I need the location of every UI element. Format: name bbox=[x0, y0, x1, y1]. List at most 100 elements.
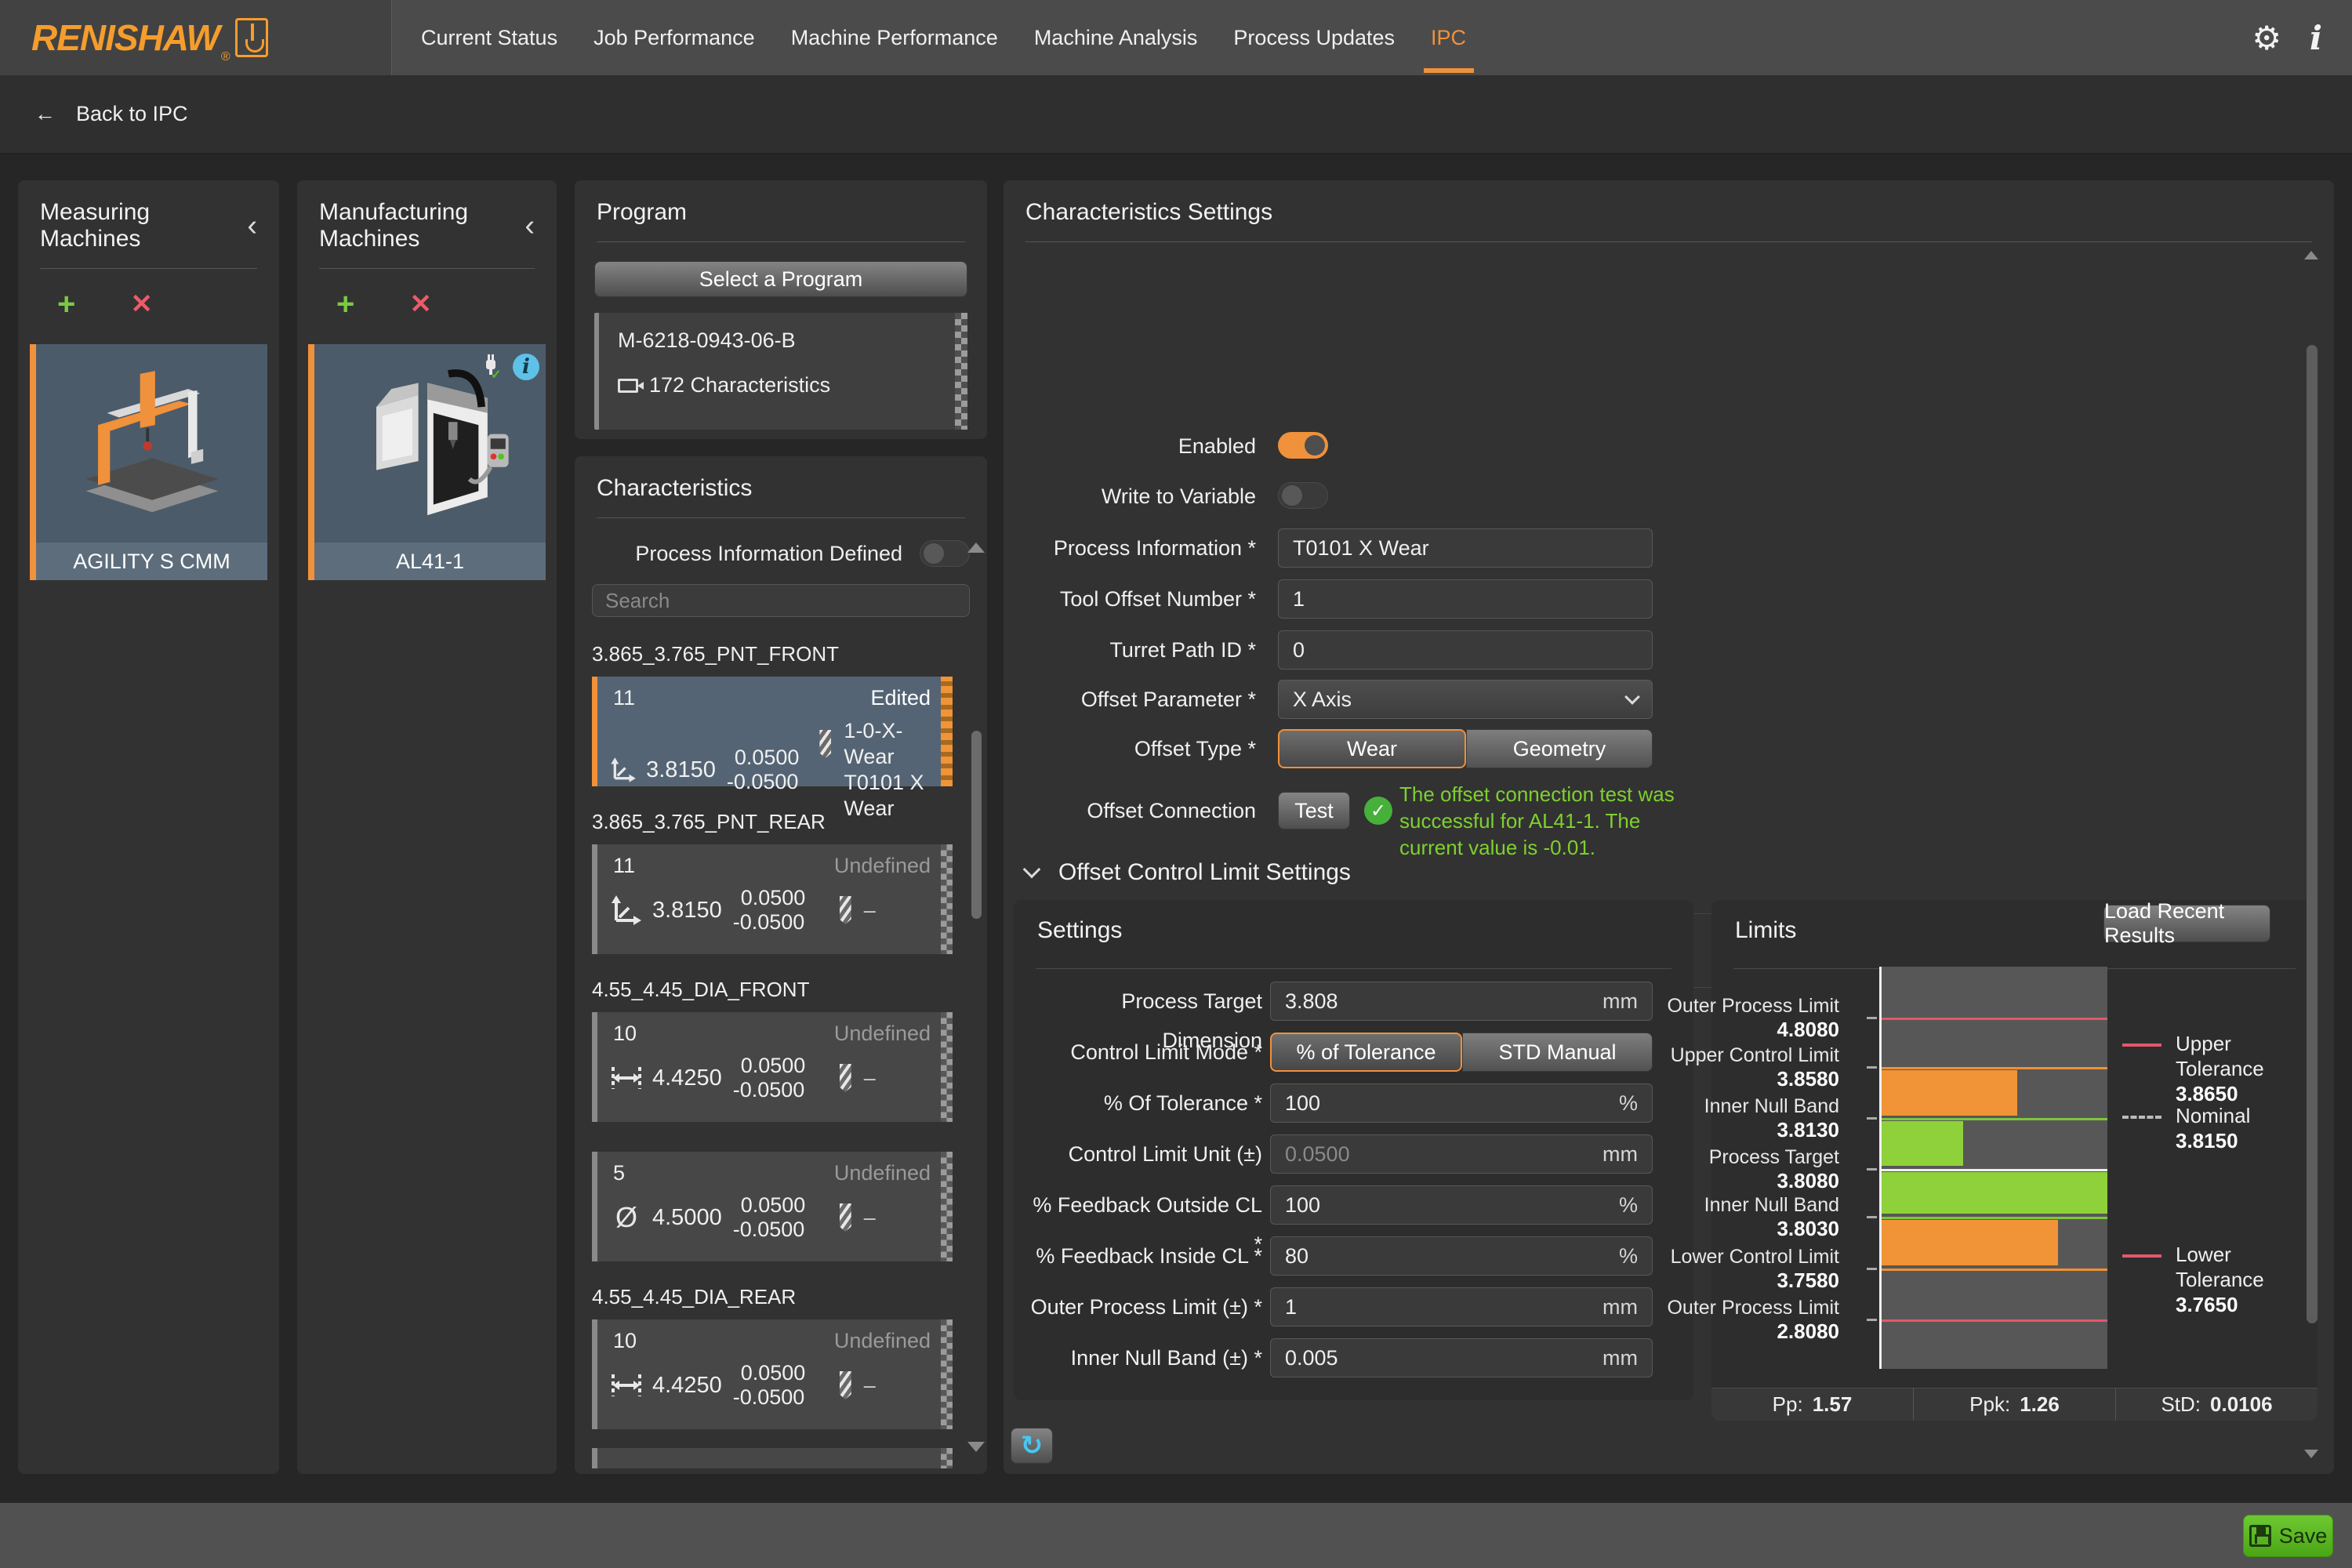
upper-tolerance: 0.0500 bbox=[733, 1361, 806, 1385]
scroll-up-icon[interactable] bbox=[967, 543, 985, 553]
field-input[interactable]: 0.005mm bbox=[1270, 1338, 1653, 1377]
tool-name: – bbox=[864, 1065, 876, 1091]
tab-current-status[interactable]: Current Status bbox=[421, 26, 557, 50]
legend-item: Lower Tolerance3.7650 bbox=[2122, 1242, 2318, 1317]
tool-name: – bbox=[864, 1205, 876, 1231]
machine-name: AL41-1 bbox=[308, 543, 546, 580]
characteristic-card[interactable]: 10Undefined4.42500.0500-0.0500– bbox=[592, 1012, 953, 1122]
width-dimension-icon bbox=[608, 1370, 644, 1401]
tool-name: – bbox=[864, 1373, 876, 1399]
machine-card-al41[interactable]: ✓ i AL41-1 bbox=[308, 344, 546, 580]
axis-tick bbox=[1867, 1017, 1877, 1019]
legend-line-sample bbox=[2122, 1254, 2161, 1258]
machine-card-agility[interactable]: AGILITY S CMM bbox=[30, 344, 267, 580]
limit-value: 2.8080 bbox=[1581, 1319, 1839, 1343]
limits-chart bbox=[1879, 967, 2107, 1369]
characteristic-status: Undefined bbox=[834, 1329, 931, 1353]
remove-machine-button[interactable]: ✕ bbox=[130, 292, 153, 316]
axis-tick bbox=[1867, 1319, 1877, 1321]
offset-type-label: Offset Type * bbox=[1011, 729, 1256, 768]
tool-name: 1-0-X-Wear bbox=[844, 718, 953, 770]
characteristics-scrollbar[interactable] bbox=[971, 543, 982, 1452]
scroll-down-icon[interactable] bbox=[967, 1442, 985, 1452]
nominal-value: 3.8150 bbox=[646, 757, 716, 783]
nav-tabs: Current Status Job Performance Machine P… bbox=[421, 0, 1466, 75]
offset-parameter-label: Offset Parameter * bbox=[1011, 680, 1256, 719]
chart-limit-line bbox=[1882, 1118, 2107, 1120]
legend-value: 3.8150 bbox=[2176, 1128, 2250, 1153]
collapse-panel-icon[interactable]: ‹ bbox=[247, 218, 257, 234]
back-bar[interactable]: ← Back to IPC bbox=[0, 75, 2352, 154]
offset-parameter-select[interactable]: X Axis bbox=[1278, 680, 1653, 719]
program-name: M-6218-0943-06-B bbox=[599, 313, 967, 353]
scrollbar-thumb[interactable] bbox=[2307, 345, 2318, 1323]
reset-button[interactable]: ↻ bbox=[1011, 1428, 1053, 1464]
characteristic-group-label: 4.55_4.45_DIA_FRONT bbox=[592, 978, 960, 1001]
limit-label-row: Upper Control Limit3.8580 bbox=[1581, 1044, 1839, 1091]
measuring-machines-panel: Measuring Machines ‹ + ✕ AGILITY S CMM bbox=[18, 180, 279, 1474]
characteristic-number: 10 bbox=[613, 1329, 637, 1353]
turret-path-id-field[interactable]: 0 bbox=[1278, 630, 1653, 670]
characteristics-search-input[interactable] bbox=[592, 584, 970, 617]
tab-ipc[interactable]: IPC bbox=[1431, 26, 1466, 50]
characteristic-number: 5 bbox=[613, 1161, 625, 1185]
write-to-variable-toggle[interactable] bbox=[1278, 482, 1328, 509]
point-dimension-icon bbox=[608, 753, 638, 786]
section-offset-control-limit-settings[interactable]: Offset Control Limit Settings bbox=[1025, 859, 1351, 886]
program-panel: Program Select a Program M-6218-0943-06-… bbox=[575, 180, 987, 439]
add-machine-button[interactable]: + bbox=[336, 292, 354, 316]
limit-value: 3.8030 bbox=[1581, 1217, 1839, 1240]
tab-machine-performance[interactable]: Machine Performance bbox=[791, 26, 998, 50]
scrollbar-thumb[interactable] bbox=[971, 731, 982, 919]
chart-limit-line bbox=[1882, 1269, 2107, 1271]
chart-bar bbox=[1882, 1121, 1963, 1166]
offset-connection-test-button[interactable]: Test bbox=[1278, 792, 1350, 829]
add-machine-button[interactable]: + bbox=[57, 292, 75, 316]
select-program-button[interactable]: Select a Program bbox=[594, 261, 967, 297]
characteristic-card-partial[interactable] bbox=[592, 1448, 953, 1468]
offset-type-geometry-button[interactable]: Geometry bbox=[1466, 729, 1653, 768]
characteristic-card[interactable]: 10 Undefined 4.4250 0.0500-0.0500 – bbox=[592, 1319, 953, 1429]
characteristic-card[interactable]: 11Undefined3.81500.0500-0.0500– bbox=[592, 844, 953, 954]
axis-tick bbox=[1867, 1168, 1877, 1171]
field-label: Control Limit Unit (±) bbox=[1023, 1134, 1262, 1174]
success-check-icon: ✓ bbox=[1364, 797, 1392, 825]
upper-tolerance: 0.0500 bbox=[733, 1193, 806, 1218]
legend-item: Nominal3.8150 bbox=[2122, 1103, 2250, 1153]
settings-panel-scrollbar[interactable] bbox=[2306, 251, 2318, 1458]
tab-process-updates[interactable]: Process Updates bbox=[1233, 26, 1395, 50]
chart-bar bbox=[1882, 1220, 2058, 1265]
process-information-field[interactable]: T0101 X Wear bbox=[1278, 528, 1653, 568]
offset-type-wear-button[interactable]: Wear bbox=[1278, 729, 1466, 768]
top-navigation: RENISHAW ® Current Status Job Performanc… bbox=[0, 0, 2352, 75]
tab-job-performance[interactable]: Job Performance bbox=[593, 26, 755, 50]
footer-bar: Save bbox=[0, 1503, 2352, 1568]
scroll-up-icon[interactable] bbox=[2304, 251, 2318, 260]
limit-value: 3.7580 bbox=[1581, 1269, 1839, 1292]
process-information-defined-toggle[interactable] bbox=[920, 540, 970, 567]
legend-line-sample bbox=[2122, 1044, 2161, 1047]
collapse-panel-icon[interactable]: ‹ bbox=[524, 218, 535, 234]
write-to-variable-label: Write to Variable bbox=[1011, 482, 1256, 510]
program-card[interactable]: M-6218-0943-06-B 172 Characteristics bbox=[594, 313, 967, 430]
load-recent-results-button[interactable]: Load Recent Results bbox=[2103, 905, 2270, 942]
pct-of-tolerance-button[interactable]: % of Tolerance bbox=[1270, 1033, 1462, 1072]
characteristic-card[interactable]: 11Edited3.81500.0500-0.05001-0-X-WearT01… bbox=[592, 677, 953, 786]
characteristic-card[interactable]: 5UndefinedØ4.50000.0500-0.0500– bbox=[592, 1152, 953, 1261]
save-button[interactable]: Save bbox=[2243, 1515, 2333, 1557]
remove-machine-button[interactable]: ✕ bbox=[409, 292, 432, 316]
about-info-icon[interactable]: i bbox=[2310, 19, 2322, 57]
tool-offset-number-field[interactable]: 1 bbox=[1278, 579, 1653, 619]
limit-name: Process Target bbox=[1581, 1145, 1839, 1169]
tool-drill-icon bbox=[840, 1203, 851, 1232]
tab-machine-analysis[interactable]: Machine Analysis bbox=[1034, 26, 1198, 50]
limit-value: 4.8080 bbox=[1581, 1018, 1839, 1041]
nominal-value: 4.4250 bbox=[652, 1373, 722, 1399]
lower-tolerance: -0.0500 bbox=[733, 1385, 805, 1410]
back-arrow-icon[interactable]: ← bbox=[34, 102, 56, 126]
settings-gear-icon[interactable]: ⚙ bbox=[2252, 19, 2281, 57]
offset-type-segmented: Wear Geometry bbox=[1278, 729, 1653, 768]
enabled-toggle[interactable] bbox=[1278, 432, 1328, 459]
scroll-down-icon[interactable] bbox=[2304, 1450, 2318, 1458]
lower-tolerance: -0.0500 bbox=[733, 910, 805, 935]
